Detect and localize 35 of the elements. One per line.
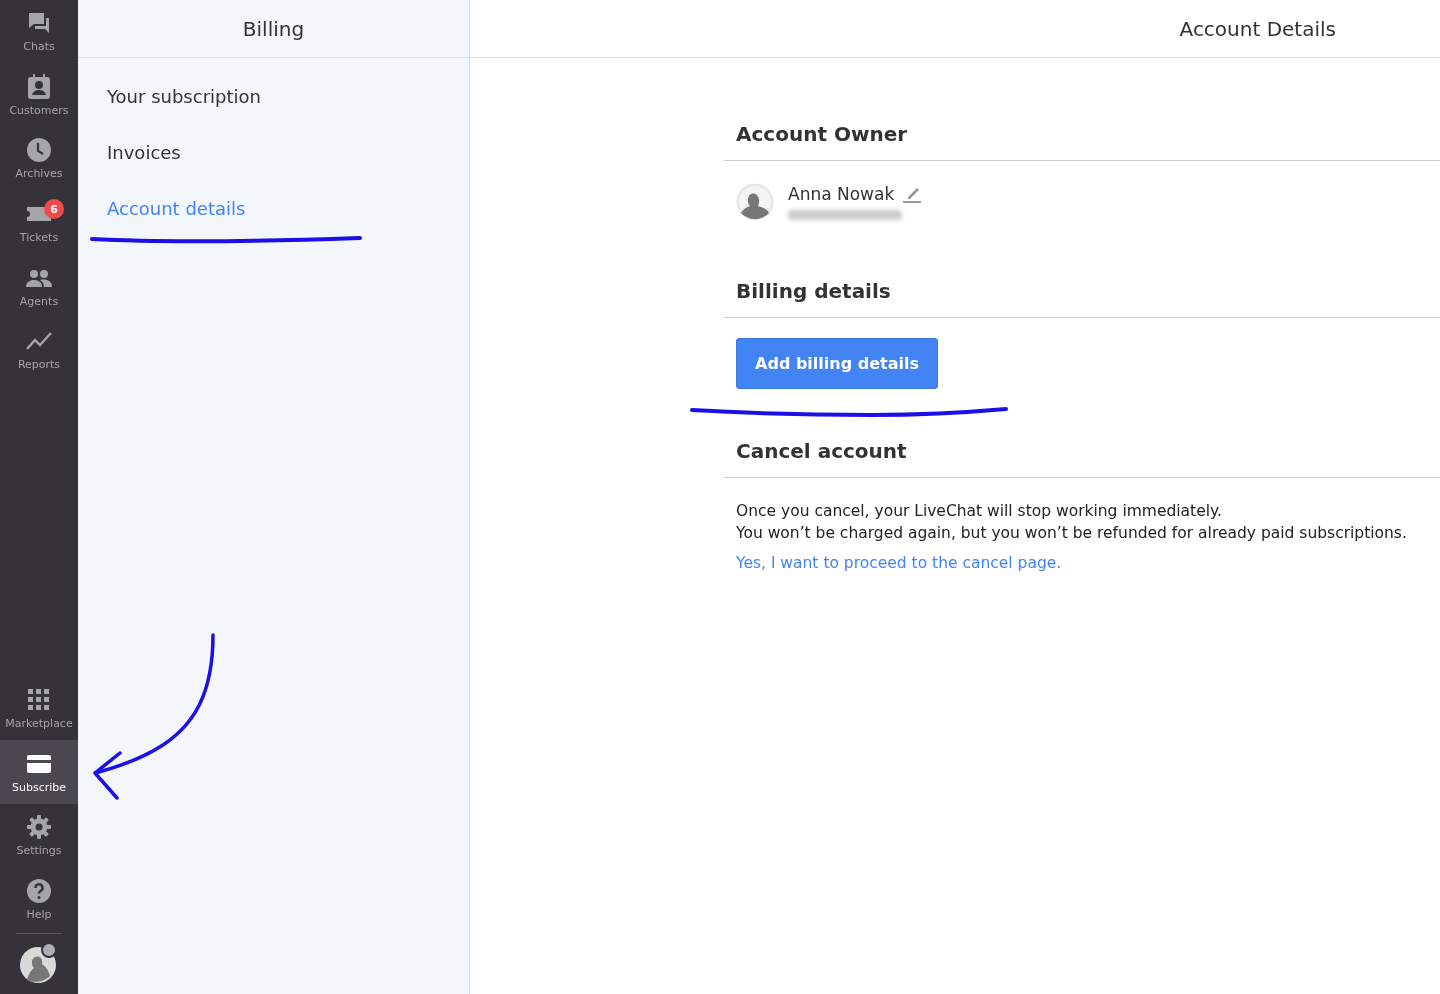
nav-item[interactable]: Reports (0, 317, 78, 382)
owner-name: Anna Nowak (788, 184, 895, 204)
clock-icon (27, 138, 51, 163)
count-badge: 6 (44, 199, 64, 220)
menu-link[interactable]: Your subscription (107, 86, 261, 107)
user-avatar-icon[interactable] (19, 942, 59, 984)
nav-item[interactable]: 6 Tickets (0, 190, 78, 255)
section-heading: Account Owner (724, 122, 1440, 161)
line-chart-icon (26, 332, 52, 351)
settings-icon (27, 815, 51, 840)
nav-item[interactable]: Subscribe (0, 740, 78, 804)
menu-link[interactable]: Account details (107, 198, 246, 219)
pencil-icon[interactable] (902, 185, 923, 203)
avatar-icon (736, 183, 774, 221)
grid-icon (28, 688, 50, 711)
nav-item[interactable]: Marketplace (0, 676, 78, 741)
cancel-link[interactable]: Yes, I want to proceed to the cancel page. (736, 554, 1062, 572)
people-icon (26, 268, 52, 287)
body-text: Once you cancel, your LiveChat will stop working immediately. (736, 501, 1223, 522)
menu-link[interactable]: Invoices (107, 142, 181, 163)
nav-item[interactable]: Settings (0, 803, 78, 868)
add-billing-button[interactable]: Add billing details (736, 338, 938, 389)
contact-card-icon (27, 73, 51, 100)
section-heading: Cancel account (724, 439, 1440, 478)
section-heading: Billing details (724, 279, 1440, 318)
body-text: You won’t be charged again, but you won’t be refunded for already paid subscriptions. (736, 523, 1408, 544)
nav-item[interactable]: Chats (0, 0, 78, 64)
help-icon (27, 878, 51, 903)
nav-item[interactable]: Archives (0, 127, 78, 191)
nav-item[interactable]: Agents (0, 254, 78, 318)
panel-title: Billing (78, 0, 469, 58)
credit-card-icon (27, 754, 51, 773)
nav-item[interactable]: Customers (0, 63, 78, 128)
page-title: Account Details (1179, 16, 1336, 41)
nav-item[interactable]: Help (0, 867, 78, 931)
